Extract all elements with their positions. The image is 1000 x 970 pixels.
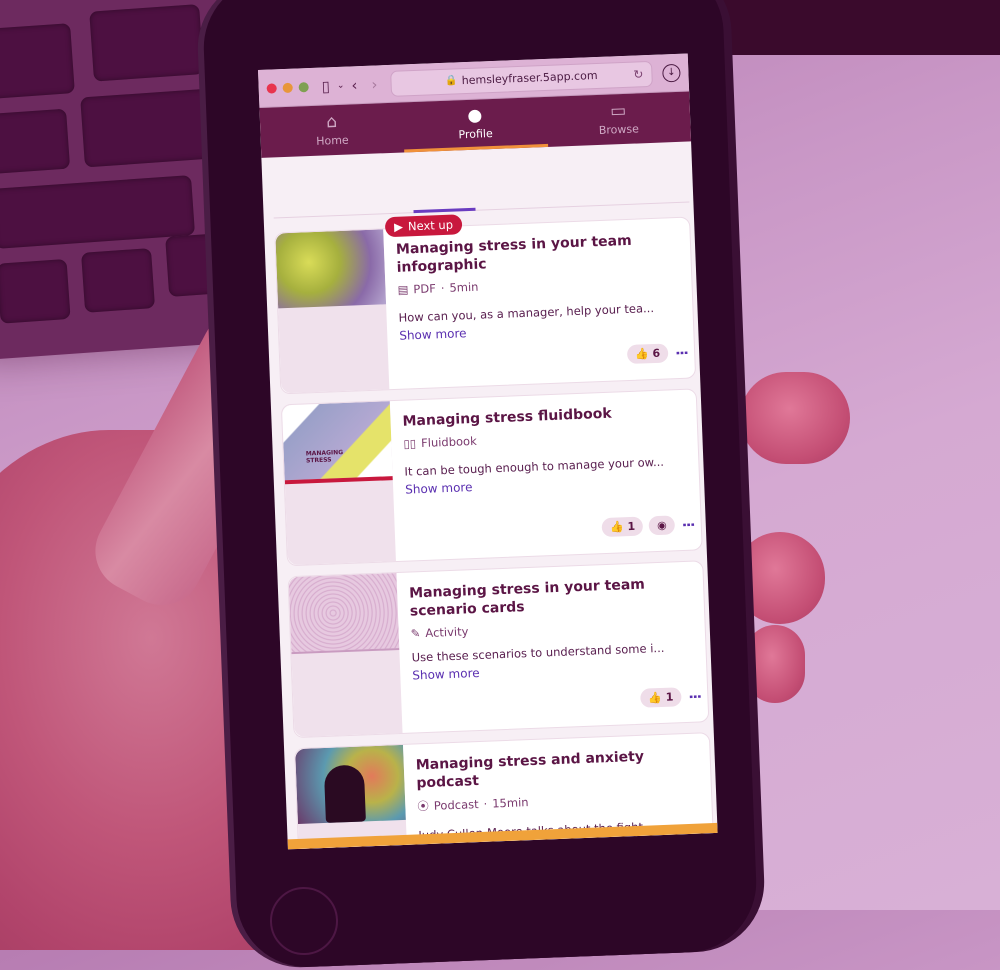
card-thumbnail[interactable] (288, 573, 403, 738)
card-description: Use these scenarios to understand some i… (411, 640, 665, 665)
card-title[interactable]: Managing stress in your team infographic (396, 230, 681, 277)
close-window-button[interactable] (266, 82, 277, 94)
phone-screen: ▯ ⌄ ‹ › 🔒 hemsleyfraser.5app.com ↻ ↓ ⌂ H… (258, 53, 718, 850)
forward-icon[interactable]: › (371, 75, 378, 93)
like-button[interactable]: 👍 6 (626, 343, 669, 365)
url-text: hemsleyfraser.5app.com (461, 68, 598, 88)
archive-icon: ▭ (609, 100, 627, 122)
reload-icon[interactable]: ↻ (633, 67, 644, 81)
nav-label: Profile (458, 126, 493, 141)
nav-profile[interactable]: ● Profile (402, 96, 548, 153)
finger (745, 625, 805, 703)
show-more-link[interactable]: Show more (412, 666, 480, 683)
thumbs-up-icon: 👍 (647, 690, 662, 705)
person-icon: ● (467, 104, 483, 126)
download-icon[interactable]: ↓ (662, 63, 681, 82)
maximize-window-button[interactable] (298, 81, 309, 92)
lock-icon: 🔒 (445, 75, 458, 87)
silhouette (323, 764, 366, 823)
more-options-icon[interactable]: ⋮ (686, 689, 702, 703)
edit-icon: ✎ (410, 626, 421, 641)
content-card[interactable]: ▶ Next up Managing stress in your team i… (274, 214, 697, 395)
play-icon: ▶ (393, 219, 404, 234)
nav-label: Home (315, 133, 349, 148)
finger (735, 532, 825, 624)
card-thumbnail[interactable] (295, 744, 410, 850)
card-description: It can be tough enough to manage your ow… (404, 454, 665, 479)
more-options-icon[interactable]: ⋮ (680, 518, 696, 532)
eye-icon: ◉ (656, 518, 668, 533)
home-icon: ⌂ (325, 112, 338, 133)
like-button[interactable]: 👍 1 (601, 516, 644, 538)
card-title[interactable]: Managing stress and anxiety podcast (415, 746, 700, 793)
nav-label: Browse (598, 122, 640, 137)
like-button[interactable]: 👍 1 (639, 687, 682, 708)
active-subtab-indicator (413, 207, 476, 214)
thumbs-up-icon: 👍 (634, 347, 649, 361)
background-table-edge (700, 0, 1000, 55)
chevron-down-icon[interactable]: ⌄ (337, 80, 345, 90)
card-meta: ▤ PDF · 5min (397, 279, 479, 297)
podcast-icon: ⦿ (417, 798, 430, 814)
book-icon: ▯▯ (403, 436, 417, 451)
card-description: How can you, as a manager, help your tea… (398, 300, 655, 325)
minimize-window-button[interactable] (282, 82, 293, 93)
finger (740, 372, 850, 464)
card-meta: ⦿ Podcast · 15min (417, 795, 529, 814)
card-thumbnail[interactable] (275, 229, 390, 394)
view-button[interactable]: ◉ (648, 515, 676, 536)
thumbnail-text: MANAGING STRESS (305, 449, 344, 465)
address-bar[interactable]: 🔒 hemsleyfraser.5app.com ↻ (389, 60, 653, 97)
card-title[interactable]: Managing stress in your team scenario ca… (409, 574, 694, 621)
nav-browse[interactable]: ▭ Browse (546, 91, 691, 146)
show-more-link[interactable]: Show more (399, 326, 467, 343)
content-card[interactable]: MANAGING STRESS Managing stress fluidboo… (280, 388, 703, 567)
nav-home[interactable]: ⌂ Home (259, 102, 404, 157)
next-up-badge: ▶ Next up (384, 214, 463, 238)
more-options-icon[interactable]: ⋮ (673, 346, 689, 360)
card-title[interactable]: Managing stress fluidbook (402, 402, 686, 431)
content-feed: ▶ Next up Managing stress in your team i… (261, 141, 718, 850)
content-card[interactable]: Managing stress in your team scenario ca… (287, 560, 710, 739)
card-meta: ▯▯ Fluidbook (403, 433, 477, 451)
show-more-link[interactable]: Show more (405, 480, 473, 497)
card-thumbnail[interactable]: MANAGING STRESS (281, 401, 396, 566)
back-icon[interactable]: ‹ (351, 76, 358, 94)
document-icon: ▤ (397, 282, 409, 297)
thumbs-up-icon: 👍 (609, 520, 624, 534)
sidebar-icon[interactable]: ▯ (321, 77, 330, 95)
card-meta: ✎ Activity (410, 624, 469, 641)
